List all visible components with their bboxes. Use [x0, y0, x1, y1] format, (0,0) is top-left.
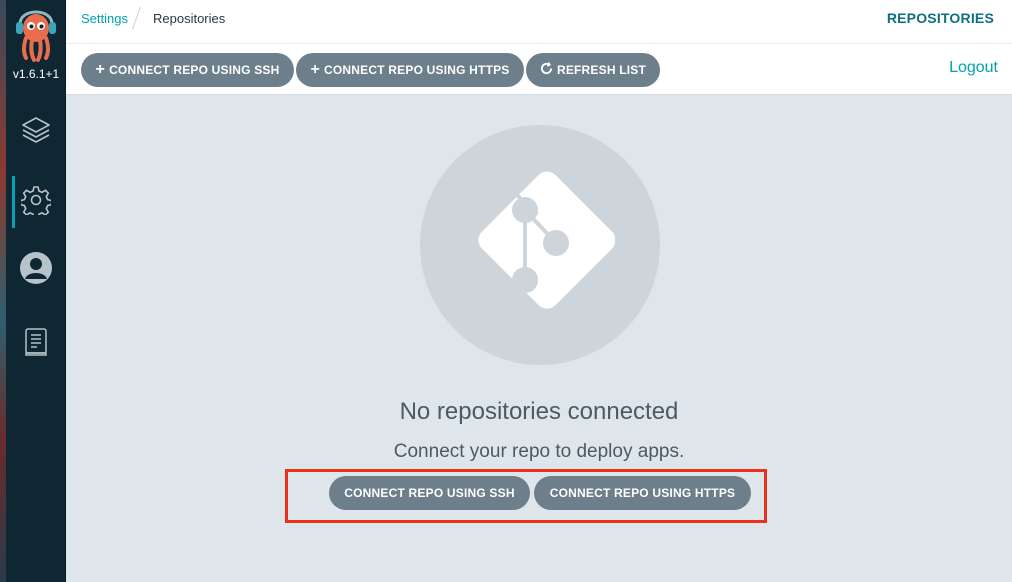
sidebar-item-documentation[interactable] [6, 318, 66, 370]
docs-icon [23, 327, 49, 362]
version-label: v1.6.1+1 [12, 67, 60, 81]
main-content: No repositories connected Connect your r… [66, 95, 1012, 582]
refresh-list-label: REFRESH LIST [556, 63, 647, 77]
layers-icon [20, 114, 52, 151]
git-icon [465, 168, 616, 323]
empty-state-title: No repositories connected [399, 398, 679, 425]
page-title: REPOSITORIES [886, 10, 994, 26]
argo-logo[interactable] [14, 2, 58, 64]
empty-state-illustration [420, 125, 660, 365]
sidebar-item-applications[interactable] [6, 106, 66, 158]
empty-connect-https-button[interactable]: CONNECT REPO USING HTTPS [534, 476, 751, 510]
logout-link[interactable]: Logout [949, 59, 998, 77]
toolbar: + CONNECT REPO USING SSH + CONNECT REPO … [66, 44, 1012, 95]
breadcrumb-current: Repositories [153, 11, 226, 26]
plus-icon: + [95, 61, 106, 78]
refresh-list-button[interactable]: REFRESH LIST [526, 53, 660, 87]
sidebar: v1.6.1+1 [6, 0, 66, 582]
connect-https-label: CONNECT REPO USING HTTPS [324, 63, 510, 77]
sidebar-item-settings[interactable] [6, 176, 66, 228]
breadcrumb-settings[interactable]: Settings [81, 11, 128, 26]
refresh-icon [540, 61, 553, 78]
breadcrumb-separator [131, 6, 142, 30]
top-bar: Settings Repositories REPOSITORIES [66, 0, 1012, 44]
connect-ssh-button[interactable]: + CONNECT REPO USING SSH [81, 53, 294, 87]
connect-ssh-label: CONNECT REPO USING SSH [109, 63, 280, 77]
connect-https-button[interactable]: + CONNECT REPO USING HTTPS [296, 53, 524, 87]
gear-icon [19, 185, 53, 220]
sidebar-item-user-info[interactable] [6, 244, 66, 296]
empty-connect-ssh-button[interactable]: CONNECT REPO USING SSH [329, 476, 530, 510]
empty-state-subtitle: Connect your repo to deploy apps. [393, 441, 685, 462]
plus-icon: + [310, 61, 321, 78]
user-icon [19, 251, 53, 290]
